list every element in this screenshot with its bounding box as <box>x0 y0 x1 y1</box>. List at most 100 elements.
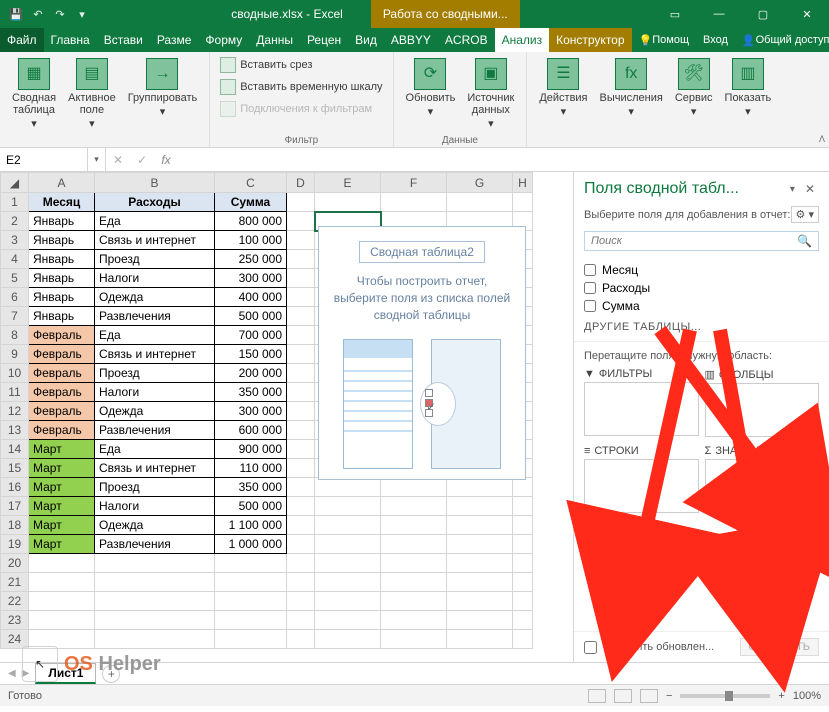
cell[interactable]: Январь <box>29 288 95 307</box>
row-header[interactable]: 22 <box>1 592 29 611</box>
cell[interactable]: Месяц <box>29 193 95 212</box>
select-all-button[interactable]: ◢ <box>1 173 29 193</box>
field-checkbox[interactable] <box>584 282 596 294</box>
field-search-input[interactable] <box>591 235 797 247</box>
cell[interactable]: 150 000 <box>215 345 287 364</box>
zoom-level[interactable]: 100% <box>793 690 821 702</box>
update-button[interactable]: ОБНОВИТЬ <box>740 638 819 656</box>
field-item[interactable]: Месяц <box>584 261 819 279</box>
row-header[interactable]: 4 <box>1 250 29 269</box>
cell[interactable]: Расходы <box>95 193 215 212</box>
col-header[interactable]: G <box>447 173 513 193</box>
cell[interactable]: 350 000 <box>215 383 287 402</box>
tab-acrobat[interactable]: ACROB <box>438 28 495 52</box>
col-header[interactable]: B <box>95 173 215 193</box>
row-header[interactable]: 16 <box>1 478 29 497</box>
tab-formulas[interactable]: Форму <box>198 28 249 52</box>
collapse-ribbon-button[interactable]: ᐱ <box>819 134 825 145</box>
cell[interactable]: 1 100 000 <box>215 516 287 535</box>
normal-view-button[interactable] <box>588 689 606 703</box>
tab-review[interactable]: Рецен <box>300 28 348 52</box>
cell[interactable]: 400 000 <box>215 288 287 307</box>
cell[interactable]: Связь и интернет <box>95 345 215 364</box>
minimize-button[interactable]: — <box>697 0 741 28</box>
row-header[interactable]: 11 <box>1 383 29 402</box>
cell[interactable]: Еда <box>95 440 215 459</box>
cell[interactable]: 250 000 <box>215 250 287 269</box>
row-header[interactable]: 2 <box>1 212 29 231</box>
tell-me[interactable]: 💡 Помощ <box>632 28 696 52</box>
ribbon-display-options[interactable]: ▭ <box>653 0 697 28</box>
cell[interactable]: Март <box>29 535 95 554</box>
insert-slicer-button[interactable]: Вставить срез <box>216 54 386 76</box>
sign-in[interactable]: Вход <box>696 28 735 52</box>
cell[interactable]: Одежда <box>95 288 215 307</box>
cell[interactable]: Налоги <box>95 383 215 402</box>
tab-view[interactable]: Вид <box>348 28 384 52</box>
cell[interactable]: Еда <box>95 212 215 231</box>
cell[interactable]: Развлечения <box>95 535 215 554</box>
calculations-button[interactable]: fxВычисления▾ <box>594 54 669 122</box>
refresh-button[interactable]: ⟳Обновить▾ <box>400 54 462 134</box>
tab-data[interactable]: Данны <box>249 28 300 52</box>
row-header[interactable]: 13 <box>1 421 29 440</box>
row-header[interactable]: 1 <box>1 193 29 212</box>
qat-customize[interactable]: ▾ <box>72 4 92 24</box>
cell[interactable]: Март <box>29 497 95 516</box>
row-header[interactable]: 5 <box>1 269 29 288</box>
row-header[interactable]: 6 <box>1 288 29 307</box>
zoom-out-button[interactable]: − <box>666 690 672 702</box>
cell[interactable]: 300 000 <box>215 269 287 288</box>
cell[interactable]: 100 000 <box>215 231 287 250</box>
pivot-table-button[interactable]: ▦Сводная таблица▾ <box>6 54 62 134</box>
cell[interactable]: Налоги <box>95 269 215 288</box>
cell[interactable]: Март <box>29 440 95 459</box>
col-header[interactable]: E <box>315 173 381 193</box>
cell[interactable]: Январь <box>29 231 95 250</box>
tab-analyze[interactable]: Анализ <box>495 28 550 52</box>
row-header[interactable]: 15 <box>1 459 29 478</box>
values-zone[interactable]: ΣЗНАЧЕНИЯ <box>705 443 820 513</box>
maximize-button[interactable]: ▢ <box>741 0 785 28</box>
cell[interactable]: Март <box>29 478 95 497</box>
cell[interactable]: Еда <box>95 326 215 345</box>
cell[interactable]: Связь и интернет <box>95 231 215 250</box>
spreadsheet-grid[interactable]: ◢ A B C D E F G H 1 Месяц Расходы Сумма … <box>0 172 573 662</box>
tab-home[interactable]: Главна <box>44 28 97 52</box>
close-button[interactable]: ✕ <box>785 0 829 28</box>
cell[interactable]: Одежда <box>95 402 215 421</box>
col-header[interactable]: C <box>215 173 287 193</box>
field-checkbox[interactable] <box>584 264 596 276</box>
tab-file[interactable]: Файл <box>0 28 44 52</box>
rows-zone[interactable]: ≡СТРОКИ <box>584 443 699 513</box>
cell[interactable]: 110 000 <box>215 459 287 478</box>
cell[interactable]: Февраль <box>29 421 95 440</box>
field-checkbox[interactable] <box>584 300 596 312</box>
columns-zone[interactable]: ▥СТОЛБЦЫ <box>705 366 820 437</box>
cell[interactable]: 300 000 <box>215 402 287 421</box>
field-item[interactable]: Сумма <box>584 297 819 315</box>
zoom-slider[interactable] <box>680 694 770 698</box>
page-layout-view-button[interactable] <box>614 689 632 703</box>
active-field-button[interactable]: ▤Активное поле▾ <box>62 54 122 134</box>
tab-design[interactable]: Конструктор <box>549 28 631 52</box>
row-header[interactable]: 12 <box>1 402 29 421</box>
defer-update-checkbox[interactable] <box>584 641 597 654</box>
cell[interactable]: Март <box>29 516 95 535</box>
row-header[interactable]: 23 <box>1 611 29 630</box>
cell[interactable]: Проезд <box>95 364 215 383</box>
name-box[interactable]: E2 <box>0 148 88 171</box>
other-tables-link[interactable]: ДРУГИЕ ТАБЛИЦЫ... <box>584 315 819 335</box>
tab-abbyy[interactable]: ABBYY <box>384 28 438 52</box>
insert-function-button[interactable]: fx <box>154 148 178 171</box>
cell[interactable]: 900 000 <box>215 440 287 459</box>
cell[interactable]: 1 000 000 <box>215 535 287 554</box>
cell[interactable]: Проезд <box>95 478 215 497</box>
column-headers[interactable]: ◢ A B C D E F G H <box>1 173 533 193</box>
share-button[interactable]: 👤 Общий доступ <box>735 28 829 52</box>
close-pane-button[interactable]: ✕ <box>801 180 819 198</box>
cell[interactable]: Одежда <box>95 516 215 535</box>
row-header[interactable]: 8 <box>1 326 29 345</box>
show-button[interactable]: ▥Показать▾ <box>719 54 778 122</box>
save-button[interactable]: 💾 <box>6 4 26 24</box>
